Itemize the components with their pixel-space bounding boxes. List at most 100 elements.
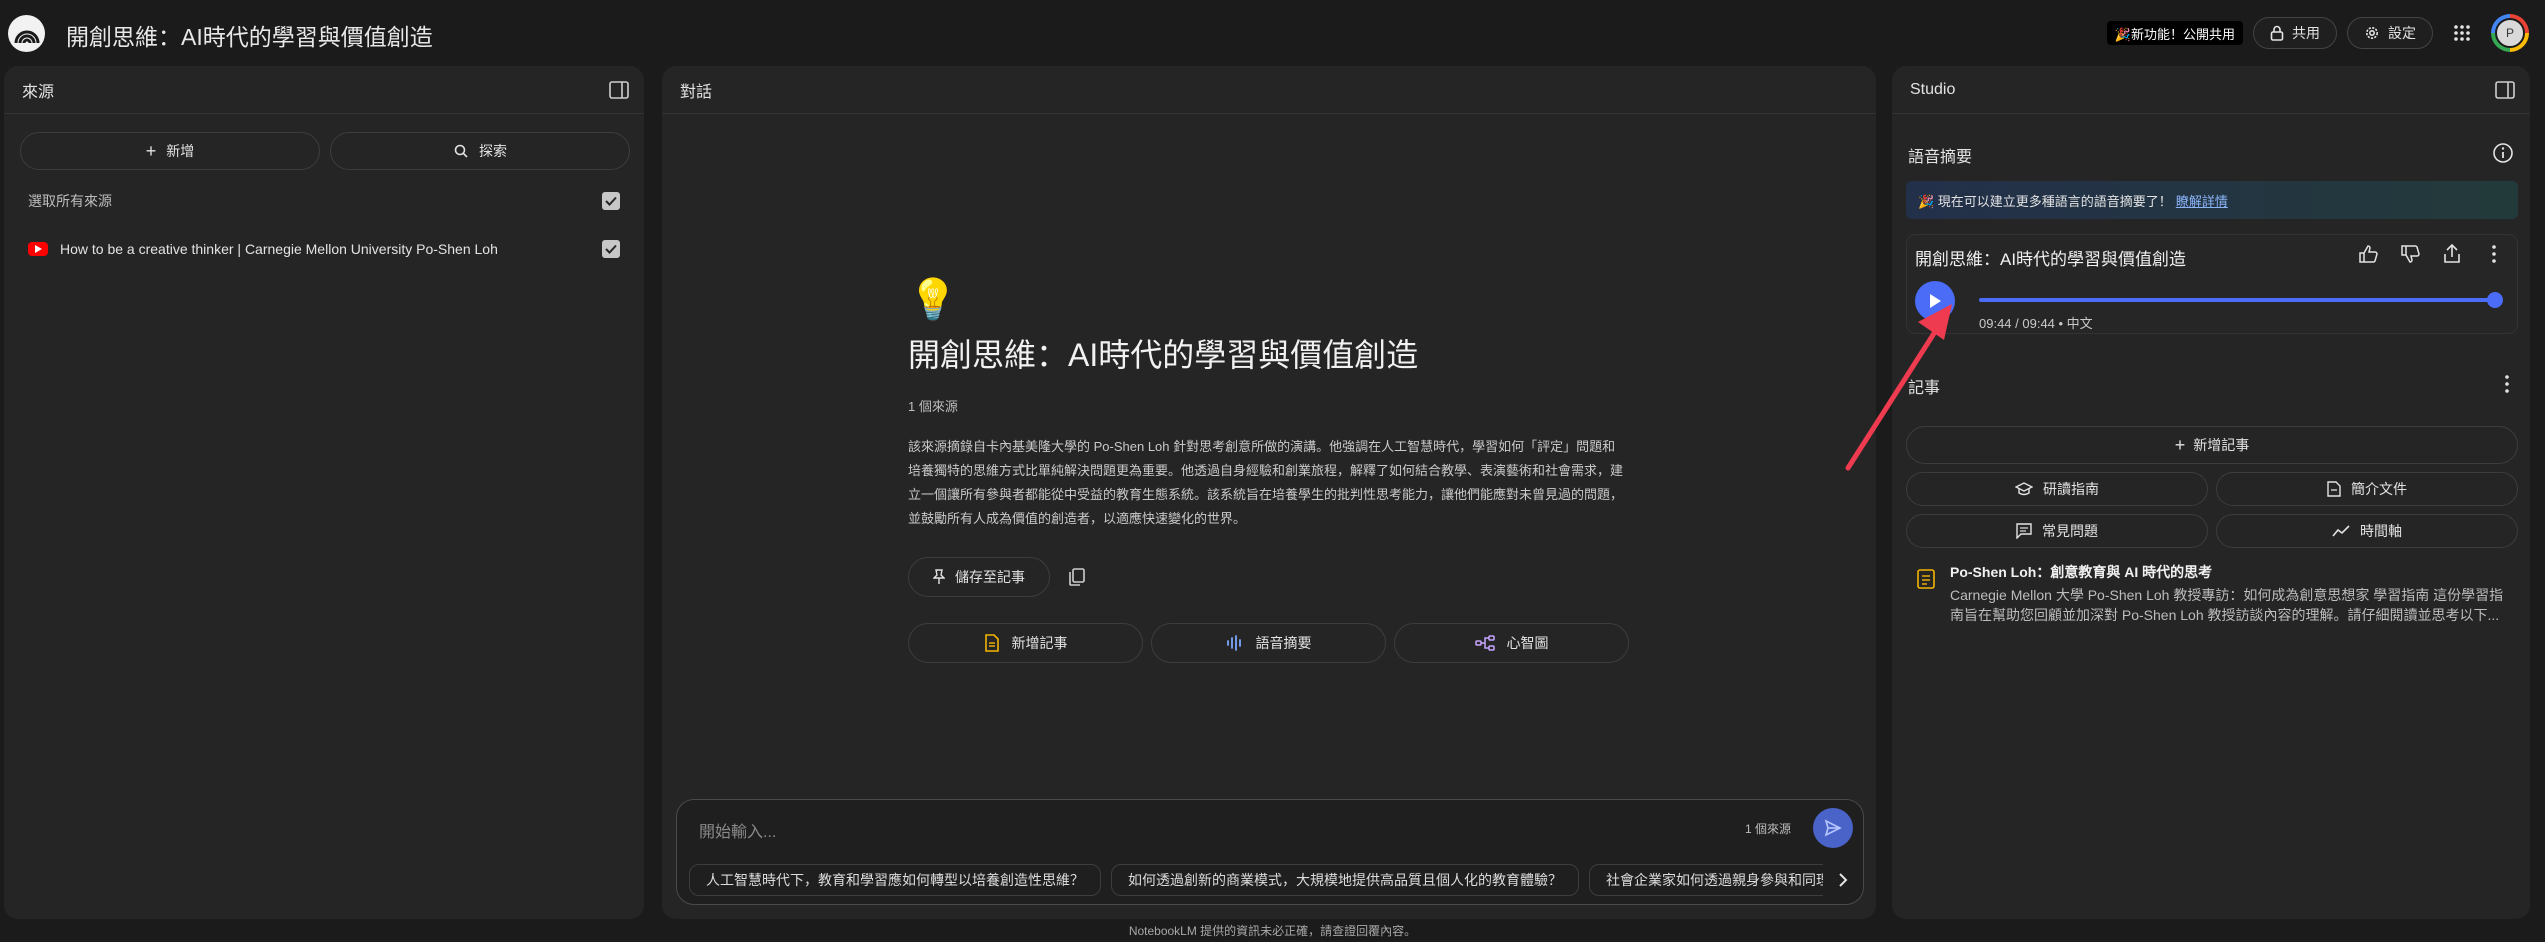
mind-map-icon xyxy=(1474,635,1495,651)
youtube-icon xyxy=(28,242,48,256)
chat-header: 對話 xyxy=(662,66,1876,114)
send-button[interactable] xyxy=(1813,808,1853,848)
more-vert-icon[interactable] xyxy=(2483,243,2505,265)
thumbs-up-icon[interactable] xyxy=(2357,243,2379,265)
select-all-checkbox[interactable] xyxy=(602,192,620,210)
send-icon xyxy=(1824,819,1842,837)
input-source-count: 1 個來源 xyxy=(1744,822,1791,836)
audio-title: 開創思維：AI時代的學習與價值創造 xyxy=(1915,250,2187,269)
collapse-panel-icon[interactable] xyxy=(2494,79,2516,101)
account-avatar[interactable]: P xyxy=(2491,14,2529,52)
notes-more-vert-icon[interactable] xyxy=(2496,373,2518,395)
audio-overview-quick-label: 語音摘要 xyxy=(1255,635,1312,651)
share-icon[interactable] xyxy=(2441,243,2463,265)
avatar-initial: P xyxy=(2495,18,2525,48)
audio-language-banner: 🎉 現在可以建立更多種語言的語音摘要了！ 瞭解詳情 xyxy=(1906,181,2518,219)
notebooklm-logo-icon[interactable] xyxy=(8,15,45,52)
briefing-doc-button[interactable]: 簡介文件 xyxy=(2216,472,2518,506)
audio-progress-slider[interactable] xyxy=(1979,292,2503,308)
explore-label: 探索 xyxy=(479,143,507,159)
check-icon xyxy=(605,196,617,206)
audio-overview-heading: 語音摘要 xyxy=(1908,149,1973,166)
faq-chat-icon xyxy=(2016,523,2032,539)
save-to-note-button[interactable]: 儲存至記事 xyxy=(908,557,1050,597)
add-source-button[interactable]: + 新增 xyxy=(20,132,320,170)
chat-panel: 對話 💡 開創思維：AI時代的學習與價值創造 1 個來源 該來源摘錄自卡內基美隆… xyxy=(662,66,1876,919)
source-item[interactable]: How to be a creative thinker | Carnegie … xyxy=(4,238,644,260)
mind-map-quick-label: 心智圖 xyxy=(1506,635,1549,651)
explore-search-icon xyxy=(454,144,468,158)
note-title: Po-Shen Loh：創意教育與 AI 時代的思考 xyxy=(1950,564,2213,580)
thumbs-down-icon[interactable] xyxy=(2399,243,2421,265)
share-label: 共用 xyxy=(2292,25,2320,41)
briefing-doc-label: 簡介文件 xyxy=(2351,481,2407,497)
sources-header: 來源 xyxy=(4,66,644,114)
timeline-button[interactable]: 時間軸 xyxy=(2216,514,2518,548)
notebook-title[interactable]: 開創思維：AI時代的學習與價值創造 xyxy=(66,18,433,52)
studio-header: Studio xyxy=(1892,66,2530,114)
notebook-overview: 💡 開創思維：AI時代的學習與價值創造 1 個來源 該來源摘錄自卡內基美隆大學的… xyxy=(908,278,1648,663)
saved-note-item[interactable]: Po-Shen Loh：創意教育與 AI 時代的思考 Carnegie Mell… xyxy=(1916,562,2504,625)
suggestion-chip[interactable]: 如何透過創新的商業模式，大規模地提供高品質且個人化的教育體驗？ xyxy=(1111,864,1579,896)
copy-icon[interactable] xyxy=(1066,566,1088,588)
lightbulb-icon: 💡 xyxy=(908,278,958,322)
annotation-arrow-icon xyxy=(1845,304,1952,471)
learn-more-link[interactable]: 瞭解詳情 xyxy=(2176,191,2228,210)
audio-progress-fill xyxy=(1979,298,2495,302)
select-all-label: 選取所有來源 xyxy=(28,193,112,209)
sources-title: 來源 xyxy=(22,83,55,101)
add-note-button[interactable]: + 新增記事 xyxy=(1906,426,2518,464)
study-guide-label: 研讀指南 xyxy=(2043,481,2099,497)
overview-summary: 該來源摘錄自卡內基美隆大學的 Po-Shen Loh 針對思考創意所做的演講。他… xyxy=(908,439,1624,526)
collapse-panel-icon[interactable] xyxy=(608,79,630,101)
save-to-note-label: 儲存至記事 xyxy=(955,569,1025,585)
sources-panel: 來源 + 新增 探索 選取所有來源 How to be a creative t… xyxy=(4,66,644,919)
note-icon xyxy=(1917,569,1935,589)
audio-waveform-icon xyxy=(1226,635,1241,651)
graduation-cap-icon xyxy=(2015,482,2033,496)
timeline-label: 時間軸 xyxy=(2360,523,2402,539)
faq-button[interactable]: 常見問題 xyxy=(1906,514,2208,548)
audio-overview-quick-button[interactable]: 語音摘要 xyxy=(1151,623,1386,663)
new-feature-badge[interactable]: 🎉新功能！公開共用 xyxy=(2106,21,2243,45)
lock-icon xyxy=(2270,25,2284,41)
faq-label: 常見問題 xyxy=(2042,523,2098,539)
info-icon[interactable] xyxy=(2492,142,2514,164)
source-title: How to be a creative thinker | Carnegie … xyxy=(60,241,498,257)
timeline-icon xyxy=(2332,525,2350,537)
suggestion-chip[interactable]: 人工智慧時代下，教育和學習應如何轉型以培養創造性思維？ xyxy=(689,864,1101,896)
note-snippet: Carnegie Mellon 大學 Po-Shen Loh 教授專訪：如何成為… xyxy=(1950,587,2504,623)
settings-button[interactable]: 設定 xyxy=(2347,17,2433,49)
chat-input-box[interactable]: 開始輸入... 1 個來源 人工智慧時代下，教育和學習應如何轉型以培養創造性思維… xyxy=(676,799,1864,905)
audio-time: 09:44 / 09:44 • 中文 xyxy=(1979,316,2093,331)
studio-panel: Studio 語音摘要 🎉 現在可以建立更多種語言的語音摘要了！ 瞭解詳情 開創… xyxy=(1892,66,2530,919)
document-icon xyxy=(2327,481,2341,497)
add-note-quick-button[interactable]: 新增記事 xyxy=(908,623,1143,663)
gear-icon xyxy=(2366,27,2378,39)
share-button[interactable]: 共用 xyxy=(2253,17,2337,49)
google-apps-icon[interactable] xyxy=(2443,14,2481,52)
mind-map-quick-button[interactable]: 心智圖 xyxy=(1394,623,1629,663)
disclaimer-text: NotebookLM 提供的資訊未必正確，請查證回覆內容。 xyxy=(1128,924,1417,938)
chevron-right-icon[interactable] xyxy=(1827,864,1859,896)
explore-sources-button[interactable]: 探索 xyxy=(330,132,630,170)
source-checkbox[interactable] xyxy=(602,240,620,258)
plus-icon: + xyxy=(145,140,157,161)
study-guide-button[interactable]: 研讀指南 xyxy=(1906,472,2208,506)
audio-progress-handle[interactable] xyxy=(2487,292,2503,308)
overview-source-count: 1 個來源 xyxy=(908,399,958,414)
audio-overview-card: 開創思維：AI時代的學習與價值創造 09:44 / 09:44 • 中文 xyxy=(1906,234,2518,334)
banner-text: 🎉 現在可以建立更多種語言的語音摘要了！ xyxy=(1918,193,2172,209)
top-bar: 開創思維：AI時代的學習與價值創造 🎉新功能！公開共用 共用 設定 P xyxy=(0,0,2545,66)
plus-icon: + xyxy=(2174,434,2186,455)
check-icon xyxy=(605,244,617,254)
pin-icon xyxy=(933,569,945,584)
overview-title: 開創思維：AI時代的學習與價值創造 xyxy=(908,337,1419,373)
chat-input[interactable]: 開始輸入... xyxy=(699,818,776,842)
suggestion-chip[interactable]: 社會企業家如何透過親身參與和同理心 xyxy=(1589,864,1823,896)
add-note-quick-label: 新增記事 xyxy=(1011,635,1068,651)
chat-title: 對話 xyxy=(680,83,713,101)
note-icon xyxy=(984,634,999,652)
add-source-label: 新增 xyxy=(166,143,195,159)
add-note-label: 新增記事 xyxy=(2193,437,2250,453)
